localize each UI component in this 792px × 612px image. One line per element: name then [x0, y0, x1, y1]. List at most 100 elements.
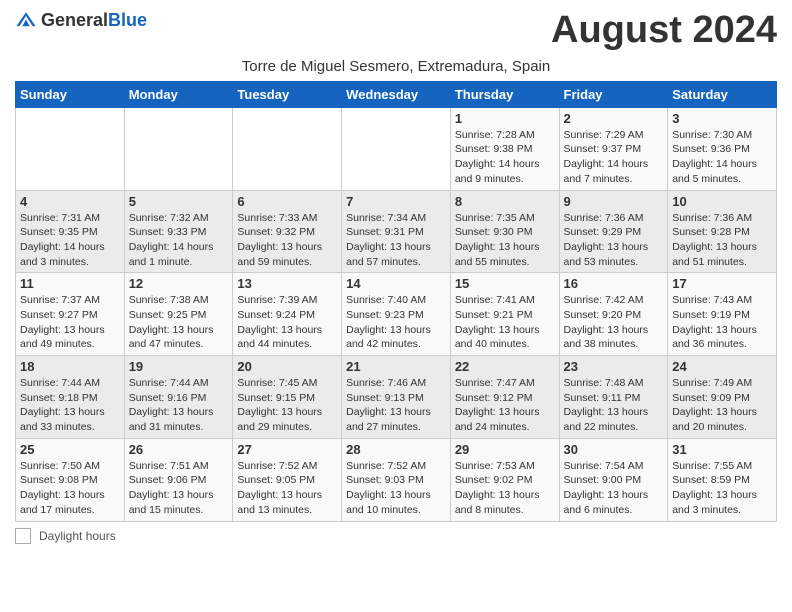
logo-text: GeneralBlue [41, 11, 147, 31]
day-info: Sunrise: 7:53 AM Sunset: 9:02 PM Dayligh… [455, 459, 555, 518]
calendar-week-row: 1 Sunrise: 7:28 AM Sunset: 9:38 PM Daylig… [16, 107, 777, 190]
day-info: Sunrise: 7:42 AM Sunset: 9:20 PM Dayligh… [564, 293, 664, 352]
calendar-cell [124, 107, 233, 190]
calendar-header-row: SundayMondayTuesdayWednesdayThursdayFrid… [16, 81, 777, 107]
calendar-cell: 12 Sunrise: 7:38 AM Sunset: 9:25 PM Dayli… [124, 273, 233, 356]
day-number: 9 [564, 194, 664, 209]
calendar-cell [342, 107, 451, 190]
day-info: Sunrise: 7:50 AM Sunset: 9:08 PM Dayligh… [20, 459, 120, 518]
day-number: 12 [129, 276, 229, 291]
subtitle: Torre de Miguel Sesmero, Extremadura, Sp… [15, 58, 777, 75]
day-info: Sunrise: 7:35 AM Sunset: 9:30 PM Dayligh… [455, 211, 555, 270]
day-info: Sunrise: 7:52 AM Sunset: 9:05 PM Dayligh… [237, 459, 337, 518]
day-info: Sunrise: 7:40 AM Sunset: 9:23 PM Dayligh… [346, 293, 446, 352]
day-of-week-header: Monday [124, 81, 233, 107]
calendar-body: 1 Sunrise: 7:28 AM Sunset: 9:38 PM Daylig… [16, 107, 777, 521]
calendar-cell: 7Sunrise: 7:34 AM Sunset: 9:31 PM Daylig… [342, 190, 451, 273]
calendar-cell: 10 Sunrise: 7:36 AM Sunset: 9:28 PM Dayli… [668, 190, 777, 273]
day-number: 19 [129, 359, 229, 374]
day-number: 17 [672, 276, 772, 291]
calendar-cell: 27 Sunrise: 7:52 AM Sunset: 9:05 PM Dayli… [233, 438, 342, 521]
logo: GeneralBlue [15, 10, 147, 32]
day-info: Sunrise: 7:39 AM Sunset: 9:24 PM Dayligh… [237, 293, 337, 352]
calendar-cell: 3 Sunrise: 7:30 AM Sunset: 9:36 PM Daylig… [668, 107, 777, 190]
logo-blue-text: Blue [108, 10, 147, 30]
calendar-cell: 24Sunrise: 7:49 AM Sunset: 9:09 PM Dayli… [668, 356, 777, 439]
calendar-cell [16, 107, 125, 190]
day-of-week-header: Wednesday [342, 81, 451, 107]
calendar-week-row: 11Sunrise: 7:37 AM Sunset: 9:27 PM Dayli… [16, 273, 777, 356]
day-number: 26 [129, 442, 229, 457]
day-info: Sunrise: 7:52 AM Sunset: 9:03 PM Dayligh… [346, 459, 446, 518]
day-of-week-header: Tuesday [233, 81, 342, 107]
calendar-cell: 20 Sunrise: 7:45 AM Sunset: 9:15 PM Dayli… [233, 356, 342, 439]
day-number: 18 [20, 359, 120, 374]
calendar-week-row: 25 Sunrise: 7:50 AM Sunset: 9:08 PM Dayli… [16, 438, 777, 521]
day-number: 3 [672, 111, 772, 126]
day-info: Sunrise: 7:38 AM Sunset: 9:25 PM Dayligh… [129, 293, 229, 352]
day-number: 16 [564, 276, 664, 291]
day-number: 31 [672, 442, 772, 457]
day-number: 10 [672, 194, 772, 209]
day-info: Sunrise: 7:28 AM Sunset: 9:38 PM Dayligh… [455, 128, 555, 187]
calendar-cell: 14Sunrise: 7:40 AM Sunset: 9:23 PM Dayli… [342, 273, 451, 356]
day-info: Sunrise: 7:30 AM Sunset: 9:36 PM Dayligh… [672, 128, 772, 187]
calendar-cell: 28 Sunrise: 7:52 AM Sunset: 9:03 PM Dayli… [342, 438, 451, 521]
calendar-cell: 16 Sunrise: 7:42 AM Sunset: 9:20 PM Dayli… [559, 273, 668, 356]
calendar-cell: 21Sunrise: 7:46 AM Sunset: 9:13 PM Dayli… [342, 356, 451, 439]
calendar-cell: 25 Sunrise: 7:50 AM Sunset: 9:08 PM Dayli… [16, 438, 125, 521]
calendar-cell: 26 Sunrise: 7:51 AM Sunset: 9:06 PM Dayli… [124, 438, 233, 521]
day-info: Sunrise: 7:29 AM Sunset: 9:37 PM Dayligh… [564, 128, 664, 187]
month-title: August 2024 [551, 10, 777, 52]
legend-box [15, 528, 31, 544]
day-number: 13 [237, 276, 337, 291]
calendar-cell: 1 Sunrise: 7:28 AM Sunset: 9:38 PM Daylig… [450, 107, 559, 190]
day-number: 1 [455, 111, 555, 126]
calendar-cell: 30Sunrise: 7:54 AM Sunset: 9:00 PM Dayli… [559, 438, 668, 521]
day-info: Sunrise: 7:44 AM Sunset: 9:16 PM Dayligh… [129, 376, 229, 435]
day-info: Sunrise: 7:54 AM Sunset: 9:00 PM Dayligh… [564, 459, 664, 518]
logo-general: General [41, 10, 108, 30]
day-number: 11 [20, 276, 120, 291]
calendar-cell: 2 Sunrise: 7:29 AM Sunset: 9:37 PM Daylig… [559, 107, 668, 190]
day-of-week-header: Sunday [16, 81, 125, 107]
day-of-week-header: Thursday [450, 81, 559, 107]
day-number: 27 [237, 442, 337, 457]
calendar-cell: 8 Sunrise: 7:35 AM Sunset: 9:30 PM Daylig… [450, 190, 559, 273]
day-number: 22 [455, 359, 555, 374]
day-number: 29 [455, 442, 555, 457]
calendar-week-row: 4Sunrise: 7:31 AM Sunset: 9:35 PM Daylig… [16, 190, 777, 273]
legend-label: Daylight hours [39, 529, 116, 543]
calendar-cell: 22 Sunrise: 7:47 AM Sunset: 9:12 PM Dayli… [450, 356, 559, 439]
day-of-week-header: Saturday [668, 81, 777, 107]
calendar-cell: 18 Sunrise: 7:44 AM Sunset: 9:18 PM Dayli… [16, 356, 125, 439]
day-number: 8 [455, 194, 555, 209]
day-number: 25 [20, 442, 120, 457]
calendar-cell: 9 Sunrise: 7:36 AM Sunset: 9:29 PM Daylig… [559, 190, 668, 273]
calendar-cell [233, 107, 342, 190]
day-number: 20 [237, 359, 337, 374]
day-info: Sunrise: 7:55 AM Sunset: 8:59 PM Dayligh… [672, 459, 772, 518]
calendar-cell: 11Sunrise: 7:37 AM Sunset: 9:27 PM Dayli… [16, 273, 125, 356]
calendar-cell: 4Sunrise: 7:31 AM Sunset: 9:35 PM Daylig… [16, 190, 125, 273]
calendar-cell: 19 Sunrise: 7:44 AM Sunset: 9:16 PM Dayli… [124, 356, 233, 439]
footer: Daylight hours [15, 528, 777, 544]
calendar-cell: 29 Sunrise: 7:53 AM Sunset: 9:02 PM Dayli… [450, 438, 559, 521]
header: GeneralBlue August 2024 [15, 10, 777, 52]
day-info: Sunrise: 7:34 AM Sunset: 9:31 PM Dayligh… [346, 211, 446, 270]
day-info: Sunrise: 7:33 AM Sunset: 9:32 PM Dayligh… [237, 211, 337, 270]
day-info: Sunrise: 7:43 AM Sunset: 9:19 PM Dayligh… [672, 293, 772, 352]
day-info: Sunrise: 7:45 AM Sunset: 9:15 PM Dayligh… [237, 376, 337, 435]
day-info: Sunrise: 7:32 AM Sunset: 9:33 PM Dayligh… [129, 211, 229, 270]
day-info: Sunrise: 7:31 AM Sunset: 9:35 PM Dayligh… [20, 211, 120, 270]
day-info: Sunrise: 7:47 AM Sunset: 9:12 PM Dayligh… [455, 376, 555, 435]
day-info: Sunrise: 7:44 AM Sunset: 9:18 PM Dayligh… [20, 376, 120, 435]
calendar-cell: 15Sunrise: 7:41 AM Sunset: 9:21 PM Dayli… [450, 273, 559, 356]
day-info: Sunrise: 7:36 AM Sunset: 9:29 PM Dayligh… [564, 211, 664, 270]
day-number: 28 [346, 442, 446, 457]
day-number: 2 [564, 111, 664, 126]
day-info: Sunrise: 7:36 AM Sunset: 9:28 PM Dayligh… [672, 211, 772, 270]
day-info: Sunrise: 7:51 AM Sunset: 9:06 PM Dayligh… [129, 459, 229, 518]
calendar-cell: 17 Sunrise: 7:43 AM Sunset: 9:19 PM Dayli… [668, 273, 777, 356]
logo-icon [15, 10, 37, 32]
